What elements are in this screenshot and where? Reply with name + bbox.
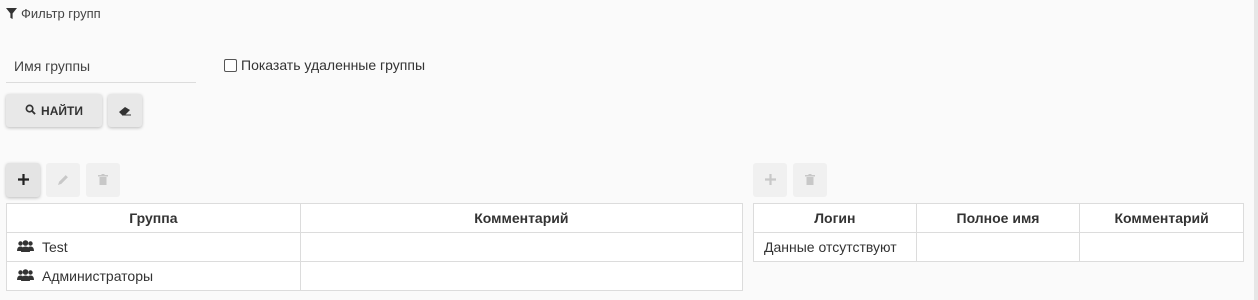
table-row[interactable]: Test [6, 232, 744, 262]
show-deleted-groups-option[interactable]: Показать удаленные группы [224, 57, 425, 73]
column-header-group[interactable]: Группа [6, 203, 301, 233]
group-name-input[interactable] [6, 50, 196, 82]
trash-icon [805, 172, 815, 188]
delete-group-button[interactable] [86, 163, 120, 197]
add-user-button[interactable] [753, 163, 787, 197]
groups-table-header: Группа Комментарий [6, 203, 744, 233]
pencil-icon [57, 172, 69, 188]
empty-cell [1079, 232, 1244, 262]
users-icon [17, 268, 34, 284]
find-button-label: НАЙТИ [41, 103, 83, 118]
group-name-cell[interactable]: Test [6, 232, 301, 262]
no-data-text: Данные отсутствуют [753, 232, 917, 262]
column-header-comment[interactable]: Комментарий [1079, 203, 1244, 233]
column-header-comment[interactable]: Комментарий [299, 203, 744, 233]
column-header-login[interactable]: Логин [753, 203, 917, 233]
users-table-header: Логин Полное имя Комментарий [753, 203, 1244, 233]
eraser-icon [118, 103, 132, 119]
add-group-button[interactable] [6, 163, 40, 197]
group-users-table: Логин Полное имя Комментарий Данные отсу… [753, 203, 1244, 262]
group-comment-cell[interactable] [299, 232, 744, 262]
page-scrollbar[interactable] [1254, 0, 1258, 300]
filter-panel-toggle[interactable]: Фильтр групп [6, 6, 101, 21]
empty-cell [915, 232, 1081, 262]
trash-icon [98, 172, 108, 188]
delete-user-button[interactable] [793, 163, 827, 197]
users-icon [17, 239, 34, 255]
group-name-field[interactable] [6, 50, 196, 83]
plus-icon [17, 172, 29, 188]
filter-title: Фильтр групп [21, 6, 101, 21]
empty-row: Данные отсутствуют [753, 232, 1244, 262]
group-comment-cell[interactable] [299, 261, 744, 291]
clear-filter-button[interactable] [108, 94, 142, 127]
group-name-cell[interactable]: Администраторы [6, 261, 301, 291]
show-deleted-label: Показать удаленные группы [241, 57, 426, 73]
find-button[interactable]: НАЙТИ [6, 94, 102, 127]
column-header-full-name[interactable]: Полное имя [915, 203, 1081, 233]
plus-icon [764, 172, 776, 188]
search-icon [25, 104, 36, 118]
group-name: Test [42, 239, 68, 255]
show-deleted-checkbox[interactable] [224, 58, 237, 72]
group-name: Администраторы [42, 268, 154, 284]
table-row[interactable]: Администраторы [6, 261, 744, 291]
edit-group-button[interactable] [46, 163, 80, 197]
filter-icon [6, 8, 17, 19]
groups-table: Группа Комментарий Test Администраторы [6, 203, 744, 291]
